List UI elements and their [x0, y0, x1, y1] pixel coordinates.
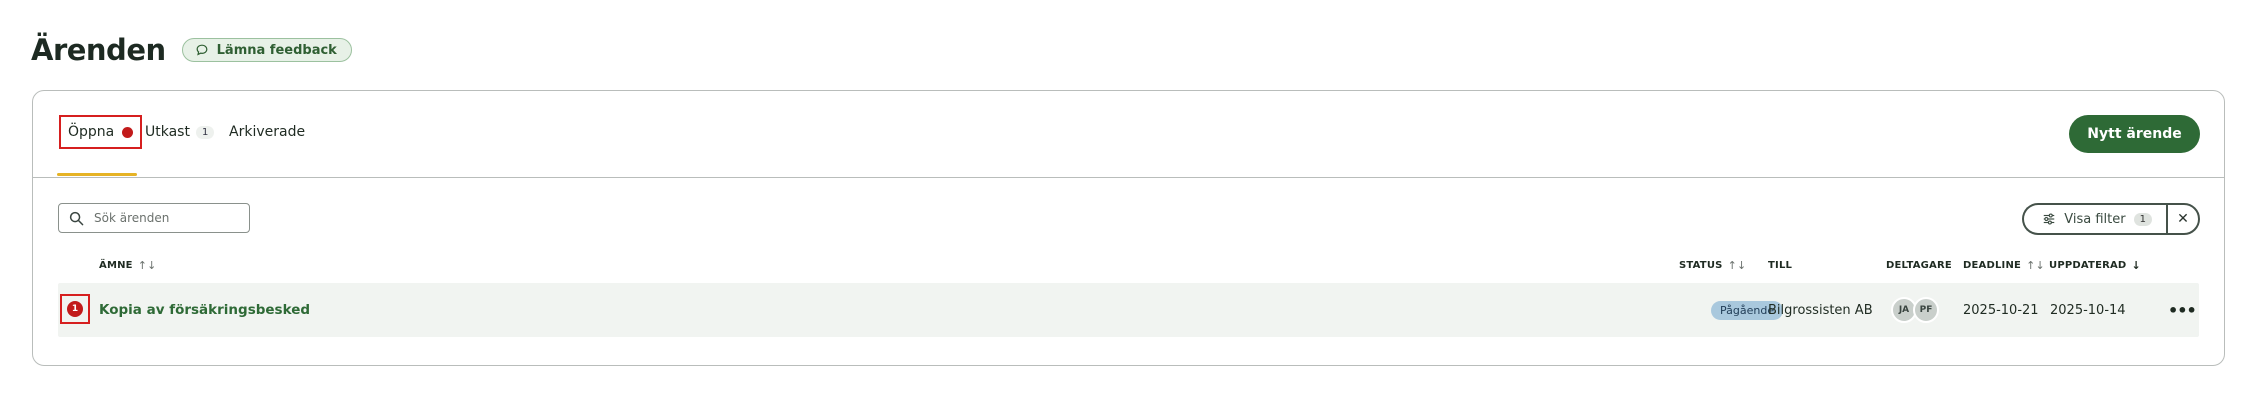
column-header-deadline-label: DEADLINE [1963, 259, 2022, 271]
chat-bubble-icon [196, 44, 208, 56]
sort-down-icon: ↓ [2131, 258, 2141, 272]
row-participants-cell: JA PF [1891, 283, 1939, 337]
row-to-cell: Bilgrossisten AB [1768, 302, 1873, 318]
cases-panel: Öppna Utkast 1 Arkiverade Nytt ärende Sö… [32, 90, 2225, 366]
row-alert: 1 [60, 294, 90, 324]
page-header: Ärenden Lämna feedback [31, 26, 352, 74]
tab-archived-label: Arkiverade [229, 124, 306, 140]
column-header-to-label: TILL [1768, 259, 1793, 271]
column-header-subject[interactable]: ÄMNE ↑↓ [99, 255, 157, 275]
feedback-button[interactable]: Lämna feedback [181, 38, 352, 62]
tab-open-label: Öppna [68, 124, 115, 140]
column-header-status[interactable]: STATUS ↑↓ [1679, 255, 1746, 275]
row-subject-link[interactable]: Kopia av försäkringsbesked [99, 283, 310, 337]
new-case-button[interactable]: Nytt ärende [2069, 115, 2200, 153]
filter-count-badge: 1 [2133, 212, 2152, 226]
search-input[interactable] [94, 211, 234, 225]
tab-drafts-label: Utkast [145, 124, 190, 140]
sort-icon: ↑↓ [1727, 258, 1747, 272]
column-header-deadline[interactable]: DEADLINE ↑↓ [1963, 255, 2045, 275]
more-icon[interactable]: ••• [2168, 283, 2197, 337]
search-icon [69, 211, 84, 225]
tab-drafts[interactable]: Utkast 1 [145, 115, 215, 149]
column-header-subject-label: ÄMNE [99, 259, 133, 271]
table-row[interactable]: 1 Kopia av försäkringsbesked Pågående Bi… [58, 283, 2199, 337]
column-header-updated[interactable]: UPPDATERAD ↓ [2049, 255, 2141, 275]
sort-icon: ↑↓ [137, 258, 157, 272]
column-header-participants-label: DELTAGARE [1886, 259, 1952, 271]
filter-controls: Visa filter 1 ✕ [2022, 203, 2200, 235]
column-header-status-label: STATUS [1679, 259, 1723, 271]
alert-count-badge: 1 [67, 301, 83, 317]
tab-drafts-count: 1 [195, 125, 215, 139]
clear-filter-button[interactable]: ✕ [2166, 203, 2200, 235]
alert-dot-icon [122, 126, 134, 138]
row-updated-cell: 2025-10-14 [2050, 302, 2126, 318]
avatar: PF [1913, 297, 1939, 323]
column-header-to: TILL [1768, 255, 1792, 275]
page-title: Ärenden [31, 33, 166, 67]
column-header-updated-label: UPPDATERAD [2049, 259, 2127, 271]
search-box[interactable] [58, 203, 250, 233]
tab-open[interactable]: Öppna [59, 115, 143, 149]
show-filter-button[interactable]: Visa filter 1 [2022, 203, 2166, 235]
feedback-label: Lämna feedback [216, 42, 337, 58]
filter-sliders-icon [2044, 213, 2055, 225]
column-header-participants: DELTAGARE [1886, 255, 1952, 275]
sort-icon: ↑↓ [2026, 258, 2045, 272]
tabs-bar: Öppna Utkast 1 Arkiverade Nytt ärende [33, 91, 2224, 178]
show-filter-label: Visa filter [2064, 211, 2126, 227]
row-deadline-cell: 2025-10-21 [1963, 302, 2039, 318]
active-tab-indicator [57, 173, 137, 176]
close-icon: ✕ [2177, 211, 2189, 227]
tab-archived[interactable]: Arkiverade [229, 115, 305, 149]
